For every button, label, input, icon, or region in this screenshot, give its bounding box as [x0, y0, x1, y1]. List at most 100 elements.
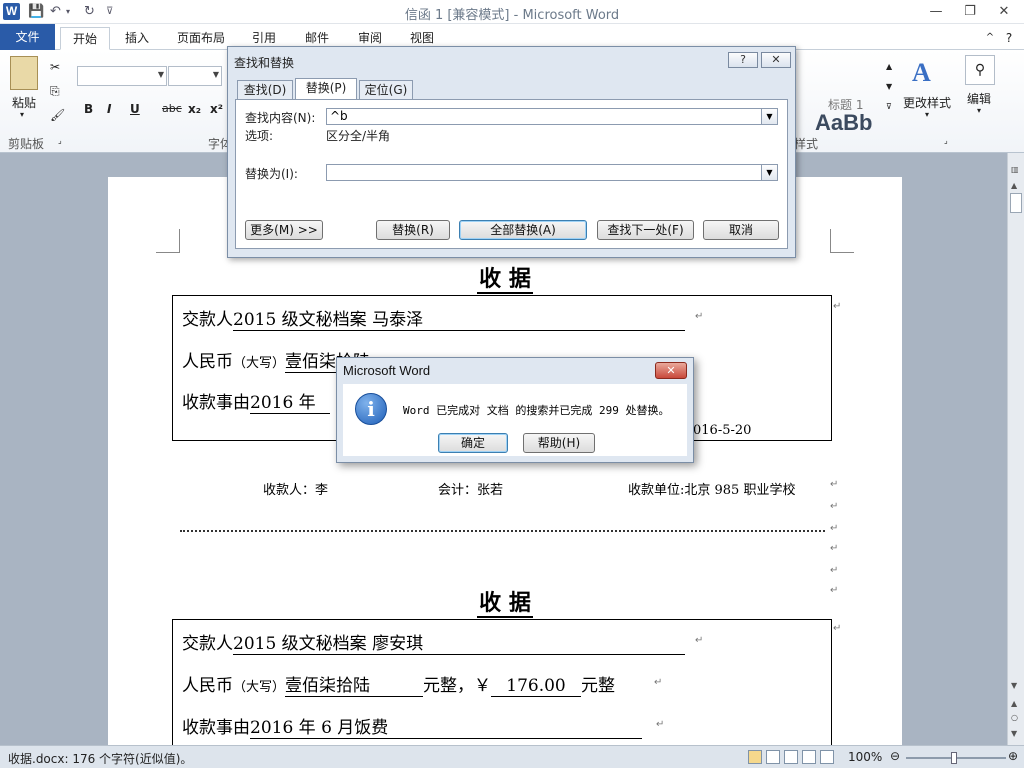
reason-line: 收款事由2016 年 6 月饭费 — [182, 713, 642, 739]
change-styles-dropdown-icon[interactable]: ▾ — [925, 110, 929, 119]
styles-scroll-up-icon[interactable]: ▲ — [886, 62, 892, 71]
next-page-icon[interactable]: ▼ — [1011, 729, 1017, 738]
zoom-in-icon[interactable]: ⊕ — [1008, 749, 1018, 763]
ruler-toggle-icon[interactable]: ▥ — [1011, 165, 1019, 174]
help-button[interactable]: 帮助(H) — [523, 433, 595, 453]
paste-dropdown-icon[interactable]: ▾ — [20, 110, 24, 119]
cancel-button[interactable]: 取消 — [703, 220, 779, 240]
print-layout-view-icon[interactable] — [748, 750, 762, 764]
find-binoculars-icon[interactable]: ⚲ — [965, 55, 995, 85]
reason-label: 收款事由 — [182, 718, 250, 738]
outline-view-icon[interactable] — [802, 750, 816, 764]
more-button[interactable]: 更多(M) >> — [245, 220, 323, 240]
zoom-slider[interactable] — [906, 752, 1006, 764]
close-window-button[interactable]: ✕ — [990, 2, 1018, 22]
rmb-label: 人民币 — [182, 676, 233, 696]
chevron-down-icon[interactable]: ▼ — [761, 109, 777, 124]
message-box: Microsoft Word ✕ i Word 已完成对 文档 的搜索并已完成 … — [336, 357, 694, 463]
yen-symbol: ￥ — [474, 676, 492, 696]
info-icon: i — [355, 393, 387, 425]
zoom-slider-knob[interactable] — [951, 752, 957, 764]
replace-all-button[interactable]: 全部替换(A) — [459, 220, 587, 240]
clipboard-launcher-icon[interactable]: ⌟ — [58, 136, 62, 145]
help-icon[interactable]: ? — [1000, 27, 1018, 50]
styles-launcher-icon[interactable]: ⌟ — [944, 136, 948, 145]
minimize-button[interactable]: — — [922, 2, 950, 22]
underline-button[interactable]: U — [130, 102, 140, 116]
tab-goto[interactable]: 定位(G) — [359, 80, 413, 100]
tab-home[interactable]: 开始 — [60, 27, 110, 50]
receipt-date: 016-5-20 — [693, 423, 752, 438]
restore-button[interactable]: ❐ — [956, 2, 984, 22]
chevron-down-icon[interactable]: ▼ — [761, 165, 777, 180]
crop-mark-right — [830, 229, 854, 253]
minimize-ribbon-icon[interactable]: ^ — [982, 27, 998, 50]
cut-line-divider — [180, 530, 825, 532]
previous-page-icon[interactable]: ▲ — [1011, 699, 1017, 708]
replace-button[interactable]: 替换(R) — [376, 220, 450, 240]
styles-scroll-down-icon[interactable]: ▼ — [886, 82, 892, 91]
edit-button[interactable]: 编辑 — [967, 90, 991, 107]
draft-view-icon[interactable] — [820, 750, 834, 764]
dialog-close-button[interactable]: ✕ — [761, 52, 791, 68]
subscript-button[interactable]: x₂ — [188, 102, 201, 116]
format-painter-icon[interactable]: 🖌 — [50, 108, 65, 122]
find-what-input[interactable]: ^b ▼ — [326, 108, 778, 125]
options-label: 选项: — [245, 129, 274, 143]
tab-file[interactable]: 文件 — [0, 24, 55, 50]
paragraph-mark: ↵ — [830, 501, 839, 512]
message-body: i Word 已完成对 文档 的搜索并已完成 299 处替换。 — [343, 384, 687, 456]
find-next-button[interactable]: 查找下一处(F) — [597, 220, 694, 240]
zoom-out-icon[interactable]: ⊖ — [890, 749, 900, 763]
ok-button[interactable]: 确定 — [438, 433, 508, 453]
vertical-scrollbar[interactable]: ▥ ▲ ▼ ▲ ○ ▼ — [1007, 153, 1024, 745]
paragraph-mark: ↵ — [833, 623, 842, 634]
copy-icon[interactable]: ⎘ — [50, 84, 60, 99]
message-text: Word 已完成对 文档 的搜索并已完成 299 处替换。 — [403, 404, 670, 417]
tab-page-layout[interactable]: 页面布局 — [170, 27, 232, 50]
superscript-button[interactable]: x² — [210, 102, 223, 116]
status-text[interactable]: 收据.docx: 176 个字符(近似值)。 — [8, 750, 192, 767]
change-styles-icon[interactable]: A — [912, 58, 931, 88]
status-bar: 收据.docx: 176 个字符(近似值)。 100% ⊖ ⊕ — [0, 745, 1024, 768]
zoom-level[interactable]: 100% — [848, 750, 882, 764]
paragraph-mark: ↵ — [830, 565, 839, 576]
web-layout-icon[interactable] — [784, 750, 798, 764]
find-replace-dialog: 查找和替换 ? ✕ 查找(D) 替换(P) 定位(G) 查找内容(N): ^b ▼… — [227, 46, 796, 258]
amount-number: 176.00 — [491, 676, 582, 697]
find-what-label: 查找内容(N): — [245, 111, 316, 125]
payer-value: 2015 级文秘档案 廖安琪 — [233, 629, 685, 655]
receipt-title: 收 据 — [477, 590, 533, 618]
browse-object-icon[interactable]: ○ — [1011, 713, 1018, 722]
message-box-close-button[interactable]: ✕ — [655, 362, 687, 379]
amount-line: 人民币（大写）壹佰柒拾陆 元整，￥ 176.00 元整 — [182, 671, 615, 697]
scroll-down-icon[interactable]: ▼ — [1011, 681, 1017, 690]
style-heading1-preview[interactable]: AaBb — [815, 110, 872, 136]
tab-insert[interactable]: 插入 — [116, 27, 158, 50]
replace-with-input[interactable]: ▼ — [326, 164, 778, 181]
edit-dropdown-icon[interactable]: ▾ — [977, 106, 981, 115]
font-size-combo[interactable]: ▼ — [168, 66, 222, 86]
dialog-help-button[interactable]: ? — [728, 52, 758, 68]
tab-find[interactable]: 查找(D) — [237, 80, 293, 100]
strikethrough-button[interactable]: abc — [162, 102, 182, 115]
font-name-combo[interactable]: ▼ — [77, 66, 167, 86]
chevron-down-icon: ▼ — [157, 70, 164, 79]
scroll-thumb[interactable] — [1010, 193, 1022, 213]
paste-button[interactable]: 粘贴 — [12, 94, 36, 111]
rmb-upper-label: （大写） — [233, 680, 286, 695]
change-styles-button[interactable]: 更改样式 — [903, 94, 951, 111]
reason-value: 2016 年 6 月饭费 — [250, 713, 642, 739]
style-heading1-name[interactable]: 标题 1 — [828, 96, 863, 113]
tab-replace[interactable]: 替换(P) — [295, 78, 357, 100]
styles-more-icon[interactable]: ⊽ — [886, 102, 892, 111]
full-screen-reading-icon[interactable] — [766, 750, 780, 764]
unit-label: 收款单位:北京 985 职业学校 — [628, 483, 796, 498]
italic-button[interactable]: I — [107, 102, 111, 116]
scroll-up-icon[interactable]: ▲ — [1011, 181, 1017, 190]
cut-icon[interactable]: ✂ — [50, 60, 60, 74]
paste-icon[interactable] — [10, 56, 38, 90]
message-box-title: Microsoft Word — [343, 363, 431, 378]
bold-button[interactable]: B — [84, 102, 93, 116]
payer-label: 交款人 — [182, 310, 233, 330]
